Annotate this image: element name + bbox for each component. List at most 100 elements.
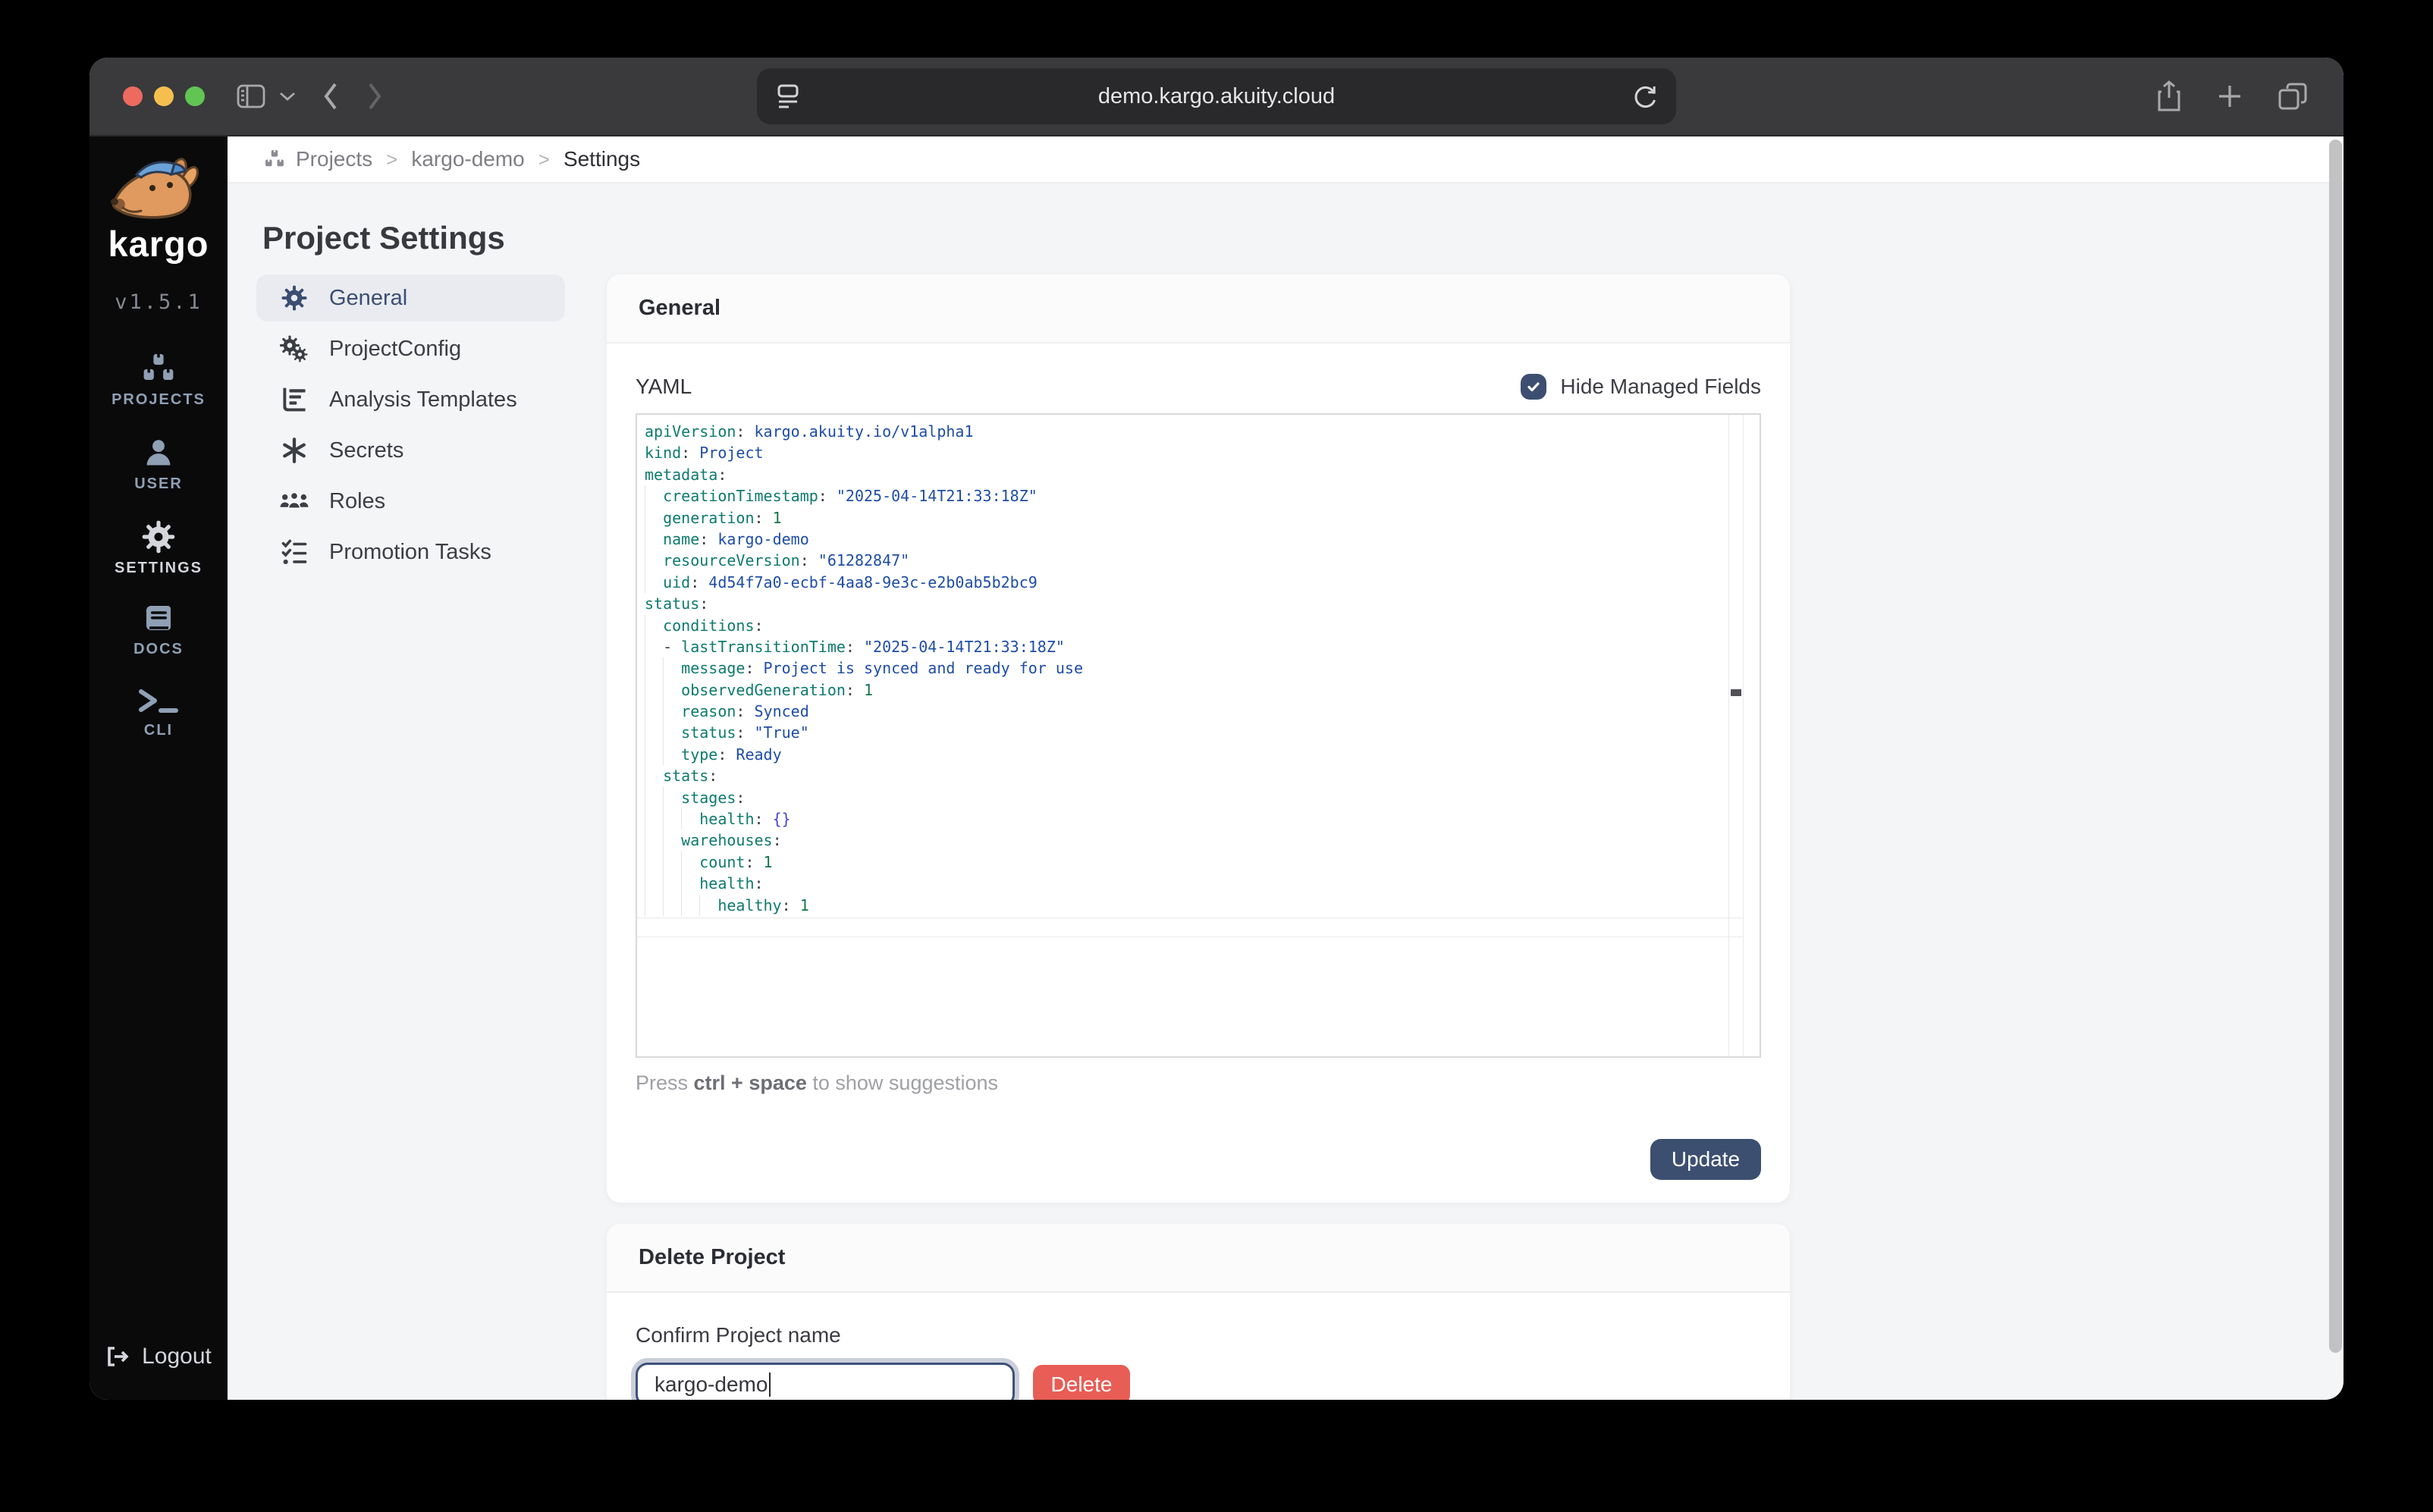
yaml-line[interactable]: generation: 1 xyxy=(645,507,1760,529)
share-icon[interactable] xyxy=(2155,80,2183,113)
settings-menu-item-label: General xyxy=(329,285,408,310)
delete-card-title: Delete Project xyxy=(607,1224,1790,1293)
minimize-window-button[interactable] xyxy=(154,86,174,106)
breadcrumb-projects[interactable]: Projects xyxy=(296,147,372,171)
editor-scrollbar-thumb[interactable] xyxy=(1731,689,1741,696)
zoom-window-button[interactable] xyxy=(185,86,205,106)
tasks-icon xyxy=(279,539,309,565)
sidebar-item-settings[interactable]: SETTINGS xyxy=(115,520,202,577)
yaml-line[interactable]: - lastTransitionTime: "2025-04-14T21:33:… xyxy=(645,635,1760,658)
editor-hint: Press ctrl + space to show suggestions xyxy=(636,1071,999,1094)
app-version: v1.5.1 xyxy=(115,290,202,314)
sidebar-item-projects[interactable]: PROJECTS xyxy=(111,352,206,409)
yaml-line[interactable]: healthy: 1 xyxy=(645,894,1760,916)
refresh-icon[interactable] xyxy=(1632,83,1658,110)
breadcrumb-separator: > xyxy=(538,147,550,171)
breadcrumb: Projects > kargo-demo > Settings xyxy=(228,136,2344,184)
logout-button[interactable]: Logout xyxy=(89,1344,228,1369)
tab-overview-icon[interactable] xyxy=(2277,80,2309,113)
yaml-line[interactable]: stages: xyxy=(645,786,1760,809)
yaml-line[interactable]: count: 1 xyxy=(645,851,1760,874)
settings-menu: General ProjectConfig Analysis Templates Se… xyxy=(256,274,565,579)
chart-icon xyxy=(279,387,309,413)
yaml-line[interactable]: stats: xyxy=(645,765,1760,787)
yaml-line[interactable]: status: "True" xyxy=(645,722,1760,744)
yaml-line[interactable]: conditions: xyxy=(645,614,1760,636)
yaml-line[interactable]: metadata: xyxy=(645,464,1760,485)
checkbox-checked-icon[interactable] xyxy=(1521,374,1547,400)
browser-window: demo.kargo.akuity.cloud kargo v1.5.1 PRO… xyxy=(89,58,2344,1400)
user-icon xyxy=(142,436,175,469)
traffic-lights xyxy=(123,86,205,106)
new-tab-icon[interactable] xyxy=(2215,80,2245,113)
text-caret xyxy=(769,1372,771,1397)
forward-button[interactable] xyxy=(366,81,384,111)
yaml-line[interactable]: status: xyxy=(645,593,1760,614)
yaml-line[interactable]: uid: 4d54f7a0-ecbf-4aa8-9e3c-e2b0ab5b2bc… xyxy=(645,571,1760,594)
delete-project-card: Delete Project Confirm Project name karg… xyxy=(607,1224,1790,1400)
settings-menu-item-roles[interactable]: Roles xyxy=(256,478,565,525)
sidebar-nav: PROJECTS USER SETTINGS DOCS CLI xyxy=(111,352,206,739)
yaml-line[interactable]: health: {} xyxy=(645,808,1760,830)
yaml-line[interactable]: kind: Project xyxy=(645,442,1760,463)
yaml-line[interactable]: type: Ready xyxy=(645,743,1760,766)
settings-menu-item-label: Promotion Tasks xyxy=(329,539,491,564)
yaml-line[interactable]: health: xyxy=(645,873,1760,895)
settings-menu-item-general[interactable]: General xyxy=(256,274,565,322)
yaml-line[interactable]: warehouses: xyxy=(645,830,1760,852)
hide-managed-fields-label: Hide Managed Fields xyxy=(1560,375,1761,398)
sidebar-item-user[interactable]: USER xyxy=(134,436,183,493)
page-scrollbar[interactable] xyxy=(2329,140,2342,1353)
breadcrumb-project-name[interactable]: kargo-demo xyxy=(411,147,524,171)
projects-icon xyxy=(264,149,285,170)
settings-menu-item-label: ProjectConfig xyxy=(329,336,462,361)
general-card: General YAML Hide Managed Fields apiVers… xyxy=(607,274,1790,1203)
back-button[interactable] xyxy=(322,81,340,111)
settings-menu-item-projectconfig[interactable]: ProjectConfig xyxy=(256,325,565,372)
sidebar-item-label: USER xyxy=(134,475,183,492)
logout-label: Logout xyxy=(142,1344,212,1369)
yaml-editor[interactable]: apiVersion: kargo.akuity.io/v1alpha1 kind… xyxy=(636,413,1761,1058)
settings-menu-item-promotion-tasks[interactable]: Promotion Tasks xyxy=(256,529,565,576)
settings-icon xyxy=(142,520,175,554)
roles-icon xyxy=(279,489,309,513)
reader-view-icon[interactable] xyxy=(775,81,801,111)
page-title: Project Settings xyxy=(262,220,505,256)
address-text[interactable]: demo.kargo.akuity.cloud xyxy=(801,84,1632,109)
gear-icon xyxy=(279,285,309,311)
yaml-line[interactable]: name: kargo-demo xyxy=(645,528,1760,551)
confirm-project-name-label: Confirm Project name xyxy=(636,1323,841,1347)
yaml-line[interactable]: observedGeneration: 1 xyxy=(645,679,1760,701)
close-window-button[interactable] xyxy=(123,86,143,106)
settings-menu-item-label: Roles xyxy=(329,488,386,513)
settings-menu-item-analysis-templates[interactable]: Analysis Templates xyxy=(256,376,565,423)
sidebar-item-cli[interactable]: CLI xyxy=(137,685,181,739)
yaml-line[interactable]: apiVersion: kargo.akuity.io/v1alpha1 xyxy=(645,421,1760,442)
sidebar-toggle-icon[interactable] xyxy=(237,84,265,108)
yaml-line[interactable]: reason: Synced xyxy=(645,701,1760,723)
browser-titlebar: demo.kargo.akuity.cloud xyxy=(89,58,2344,136)
docs-icon xyxy=(142,604,175,635)
confirm-project-name-input[interactable]: kargo-demo xyxy=(636,1363,1015,1400)
settings-menu-item-secrets[interactable]: Secrets xyxy=(256,427,565,474)
settings-menu-item-label: Secrets xyxy=(329,438,404,463)
chevron-down-icon[interactable] xyxy=(279,91,296,102)
update-button[interactable]: Update xyxy=(1650,1139,1761,1180)
kargo-logo[interactable]: kargo xyxy=(105,155,212,265)
yaml-line[interactable]: creationTimestamp: "2025-04-14T21:33:18Z… xyxy=(645,485,1760,507)
sidebar-item-label: PROJECTS xyxy=(111,391,206,408)
app-sidebar: kargo v1.5.1 PROJECTS USER SETTINGS DOCS CLI… xyxy=(89,136,228,1400)
hide-managed-fields-toggle[interactable]: Hide Managed Fields xyxy=(1521,374,1761,400)
general-card-title: General xyxy=(607,274,1790,343)
yaml-line[interactable]: resourceVersion: "61282847" xyxy=(645,550,1760,572)
delete-button[interactable]: Delete xyxy=(1033,1365,1130,1400)
sidebar-item-docs[interactable]: DOCS xyxy=(133,604,184,658)
editor-vertical-scrollbar[interactable] xyxy=(1728,415,1744,1056)
editor-horizontal-scrollbar[interactable] xyxy=(637,918,1744,937)
sidebar-item-label: CLI xyxy=(143,722,174,739)
url-bar[interactable]: demo.kargo.akuity.cloud xyxy=(757,68,1676,124)
projects-icon xyxy=(141,352,176,385)
kargo-mascot-icon xyxy=(111,158,199,219)
cli-icon xyxy=(137,685,181,716)
yaml-line[interactable]: message: Project is synced and ready for… xyxy=(645,657,1760,679)
